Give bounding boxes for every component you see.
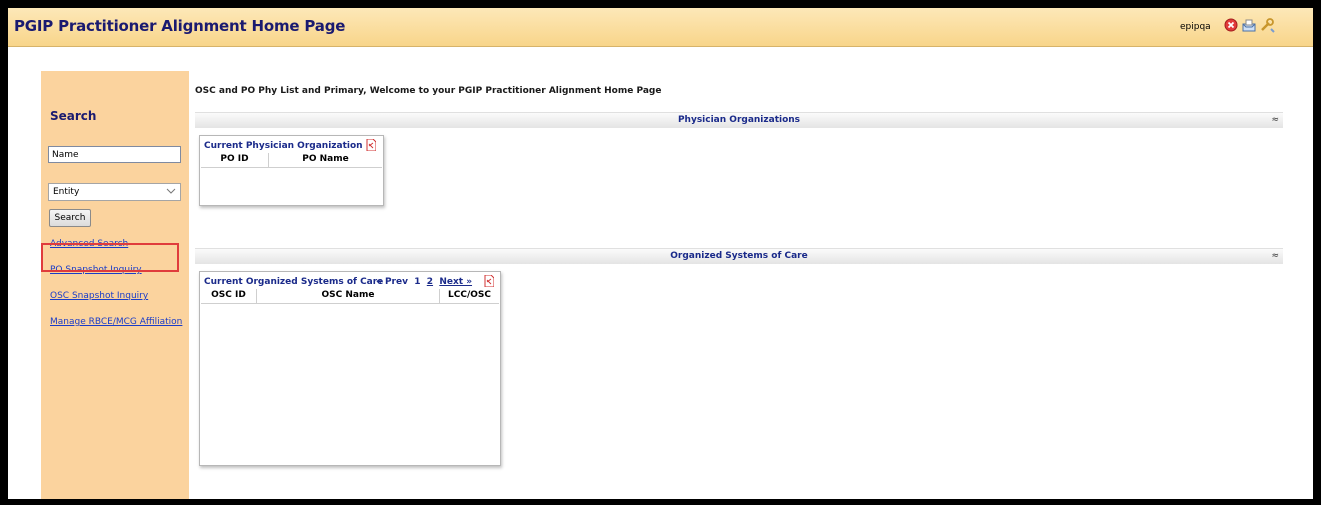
pdf-icon[interactable] [366,139,376,151]
welcome-message: OSC and PO Phy List and Primary, Welcome… [195,86,662,96]
page-title: PGIP Practitioner Alignment Home Page [14,17,346,35]
column-header[interactable]: LCC/OSC [440,290,499,300]
chevron-down-icon [166,188,176,194]
po-snapshot-link[interactable]: PO Snapshot Inquiry [50,265,142,275]
user-name: epipqa [1180,22,1211,32]
collapse-icon[interactable]: ≈ [1271,115,1279,125]
column-header[interactable]: PO Name [269,154,382,164]
osc-snapshot-link[interactable]: OSC Snapshot Inquiry [50,291,148,301]
search-button[interactable]: Search [49,209,91,227]
column-header[interactable]: PO ID [201,154,268,164]
po-section-title: Physician Organizations [677,115,801,125]
sidebar: Search Entity Search Advanced Search PO … [41,71,189,499]
entity-select-value: Entity [53,187,80,197]
tools-icon[interactable] [1259,17,1275,33]
column-header[interactable]: OSC ID [201,290,256,300]
page-1[interactable]: 1 [414,277,420,287]
app-window: PGIP Practitioner Alignment Home Page ep… [8,8,1313,499]
prev-page-link[interactable]: « Prev [376,277,408,287]
inbox-icon[interactable] [1241,17,1257,33]
po-section-header: Physician Organizations ≈ [195,112,1283,128]
pager: « Prev 1 2 Next » [376,277,472,287]
manage-affiliation-link[interactable]: Manage RBCE/MCG Affiliation [50,317,182,327]
osc-table-header: OSC ID OSC Name LCC/OSC [201,289,499,304]
pdf-icon[interactable] [484,275,494,287]
osc-panel-title: Current Organized Systems of Care [204,277,384,287]
search-heading: Search [50,109,97,123]
po-panel-title: Current Physician Organization [204,141,363,151]
entity-select[interactable]: Entity [48,183,181,201]
osc-panel: Current Organized Systems of Care « Prev… [199,271,501,466]
osc-section-title: Organized Systems of Care [670,251,808,261]
close-icon[interactable] [1223,17,1239,33]
name-input[interactable] [48,146,181,163]
collapse-icon[interactable]: ≈ [1271,251,1279,261]
next-page-link[interactable]: Next » [439,277,472,287]
page-2-link[interactable]: 2 [427,277,433,287]
po-table-header: PO ID PO Name [201,153,382,168]
osc-section-header: Organized Systems of Care ≈ [195,248,1283,264]
header-bar: PGIP Practitioner Alignment Home Page ep… [8,8,1313,47]
po-panel: Current Physician Organization PO ID PO … [199,135,384,206]
column-header[interactable]: OSC Name [257,290,439,300]
advanced-search-link[interactable]: Advanced Search [50,239,128,249]
